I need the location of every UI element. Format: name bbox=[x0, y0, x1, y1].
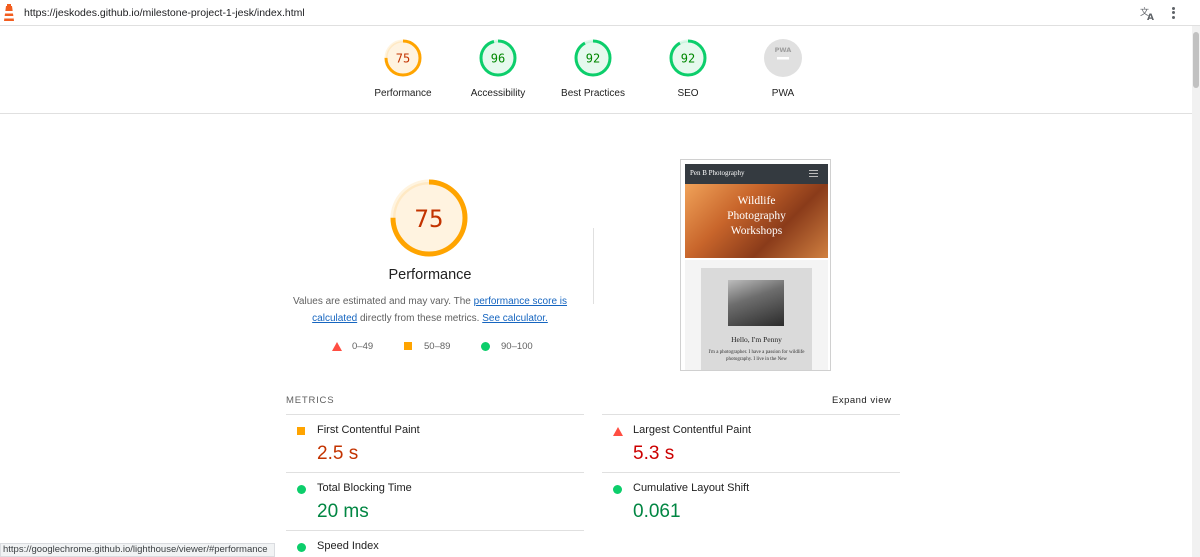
hamburger-icon bbox=[809, 170, 818, 179]
gauge-score: 75 bbox=[396, 52, 410, 66]
gauge-ring: 92 bbox=[669, 39, 707, 77]
browser-url-bar: https://jeskodes.github.io/milestone-pro… bbox=[0, 0, 1200, 26]
translate-icon[interactable]: 文 A bbox=[1139, 4, 1157, 22]
gauge-label: Best Practices bbox=[561, 88, 625, 99]
desc-text: directly from these metrics. bbox=[357, 313, 483, 324]
vertical-scrollbar[interactable] bbox=[1192, 26, 1200, 557]
preview-portrait-image bbox=[728, 280, 784, 326]
preview-intro-text: I'm a photographer. I have a passion for… bbox=[708, 350, 805, 362]
performance-score: 75 bbox=[415, 205, 444, 233]
gauge-label: PWA bbox=[771, 88, 795, 99]
pass-circle-icon bbox=[297, 485, 306, 494]
preview-body: Hello, I'm Penny I'm a photographer. I h… bbox=[685, 260, 828, 370]
gauge-score: 92 bbox=[586, 52, 600, 66]
gauge-label: SEO bbox=[677, 88, 699, 99]
preview-navbar: Pen B Photography bbox=[685, 164, 828, 184]
gauge-score: 96 bbox=[491, 52, 505, 66]
preview-hello-heading: Hello, I'm Penny bbox=[731, 335, 782, 344]
menu-kebab-icon[interactable] bbox=[1170, 5, 1176, 21]
pwa-badge-text: PWA bbox=[775, 46, 792, 54]
metric-speed-index: Speed Index bbox=[286, 530, 584, 557]
metrics-header: METRICS bbox=[286, 395, 335, 406]
metric-value: 2.5 s bbox=[317, 443, 359, 464]
pwa-badge-icon: PWA bbox=[764, 39, 802, 77]
see-calculator-link[interactable]: See calculator. bbox=[482, 313, 548, 324]
metric-first-contentful-paint: First Contentful Paint 2.5 s bbox=[286, 414, 584, 472]
pass-circle-icon bbox=[613, 485, 622, 494]
gauge-label: Performance bbox=[374, 88, 432, 99]
hero-line: Wildlife bbox=[737, 195, 776, 207]
desc-text: Values are estimated and may vary. The bbox=[292, 296, 474, 307]
preview-hero-image: Wildlife Photography Workshops bbox=[685, 184, 828, 258]
metric-title: First Contentful Paint bbox=[317, 424, 420, 436]
expand-view-toggle[interactable]: Expand view bbox=[832, 395, 891, 406]
pass-circle-icon bbox=[481, 342, 490, 351]
status-bar-url: https://googlechrome.github.io/lighthous… bbox=[0, 543, 275, 557]
performance-title: Performance bbox=[388, 267, 472, 283]
average-square-icon bbox=[297, 427, 305, 435]
metric-title: Speed Index bbox=[317, 540, 379, 552]
svg-text:A: A bbox=[1147, 13, 1154, 22]
metric-cumulative-layout-shift: Cumulative Layout Shift 0.061 bbox=[602, 472, 900, 530]
lighthouse-logo-icon bbox=[4, 4, 14, 21]
preview-about-card: Hello, I'm Penny I'm a photographer. I h… bbox=[701, 268, 812, 370]
hero-line: Photography bbox=[727, 210, 786, 222]
gauge-seo[interactable]: 92 SEO bbox=[643, 38, 733, 99]
performance-description: Values are estimated and may vary. The p… bbox=[290, 293, 570, 327]
gauge-ring: 92 bbox=[574, 39, 612, 77]
final-screenshot-preview[interactable]: Pen B Photography Wildlife Photography W… bbox=[680, 159, 831, 371]
scrollbar-thumb[interactable] bbox=[1193, 32, 1199, 88]
metric-title: Total Blocking Time bbox=[317, 482, 412, 494]
gauge-score: 92 bbox=[681, 52, 695, 66]
preview-site-title: Pen B Photography bbox=[690, 169, 745, 177]
gauge-performance[interactable]: 75 Performance bbox=[358, 38, 448, 99]
address-url[interactable]: https://jeskodes.github.io/milestone-pro… bbox=[24, 7, 305, 19]
fail-triangle-icon bbox=[613, 427, 623, 436]
metric-total-blocking-time: Total Blocking Time 20 ms bbox=[286, 472, 584, 530]
legend-range: 0–49 bbox=[352, 341, 374, 352]
gauge-ring: 75 bbox=[384, 39, 422, 77]
hero-line: Workshops bbox=[730, 225, 783, 237]
gauge-best-practices[interactable]: 92 Best Practices bbox=[548, 38, 638, 99]
fail-triangle-icon bbox=[332, 342, 342, 351]
average-square-icon bbox=[404, 342, 412, 350]
metric-value: 0.061 bbox=[633, 501, 681, 522]
legend-range: 90–100 bbox=[501, 341, 533, 352]
performance-main-gauge: 75 bbox=[390, 179, 468, 257]
gauge-accessibility[interactable]: 96 Accessibility bbox=[453, 38, 543, 99]
category-gauges-bar: 75 Performance 96 Accessibility 92 Best … bbox=[0, 26, 1192, 114]
gauge-pwa[interactable]: PWA PWA bbox=[738, 38, 828, 99]
metric-largest-contentful-paint: Largest Contentful Paint 5.3 s bbox=[602, 414, 900, 472]
metric-value: 5.3 s bbox=[633, 443, 675, 464]
metric-title: Largest Contentful Paint bbox=[633, 424, 752, 436]
pass-circle-icon bbox=[297, 543, 306, 552]
gauge-ring: 96 bbox=[479, 39, 517, 77]
metric-title: Cumulative Layout Shift bbox=[633, 482, 750, 494]
metric-value: 20 ms bbox=[317, 501, 369, 522]
preview-hero-heading: Wildlife Photography Workshops bbox=[685, 194, 828, 239]
legend-range: 50–89 bbox=[424, 341, 451, 352]
gauge-label: Accessibility bbox=[470, 88, 526, 99]
vertical-divider bbox=[593, 228, 594, 304]
